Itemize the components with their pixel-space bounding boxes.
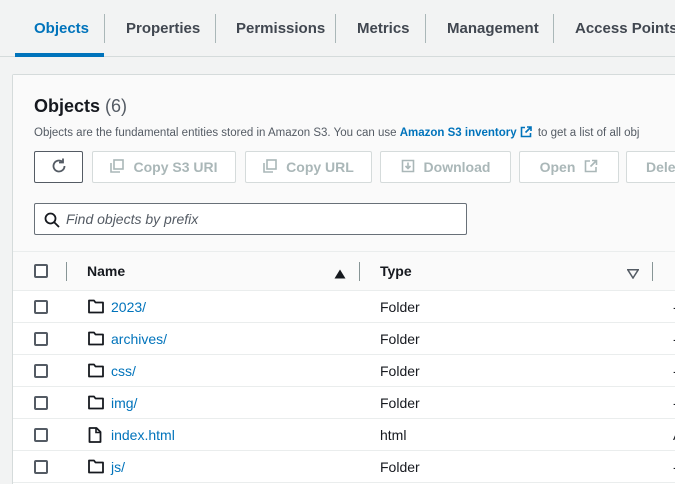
table-row[interactable]: js/ Folder - [13,451,675,483]
tab-divider [553,14,554,43]
copy-s3-uri-label: Copy S3 URI [133,159,218,175]
object-name-link[interactable]: index.html [111,427,175,443]
row-checkbox[interactable] [34,428,48,442]
tab-properties[interactable]: Properties [126,0,200,57]
object-type: Folder [380,299,420,315]
copy-url-label: Copy URL [286,159,354,175]
object-type: Folder [380,331,420,347]
object-name-link[interactable]: css/ [111,363,136,379]
object-name-link[interactable]: img/ [111,395,137,411]
table-row[interactable]: archives/ Folder - [13,323,675,355]
column-header-name[interactable]: Name [87,263,125,279]
copy-s3-uri-button[interactable]: Copy S3 URI [92,151,236,183]
copy-icon [110,158,125,176]
table-row[interactable]: index.html html A [13,419,675,451]
column-divider[interactable] [359,262,360,281]
tab-access-points[interactable]: Access Points [575,0,675,57]
sort-indicator-icon[interactable] [626,266,640,284]
row-checkbox[interactable] [34,364,48,378]
download-icon [401,159,415,176]
object-type: Folder [380,395,420,411]
description-text-end: to get a list of all obj [537,127,640,139]
delete-button[interactable]: Dele [626,151,675,183]
panel-title: Objects (6) [34,96,127,117]
column-header-type[interactable]: Type [380,263,412,279]
description-text: Objects are the fundamental entities sto… [34,127,397,139]
download-button[interactable]: Download [380,151,511,183]
tab-metrics[interactable]: Metrics [357,0,410,57]
row-checkbox[interactable] [34,460,48,474]
folder-icon [88,331,104,351]
folder-icon [88,395,104,415]
search-input[interactable] [66,204,461,234]
tab-divider [215,14,216,43]
column-divider [66,262,67,281]
copy-icon [263,158,277,176]
row-checkbox[interactable] [34,396,48,410]
active-tab-indicator [15,53,104,57]
open-label: Open [539,159,576,175]
external-link-icon [520,126,532,141]
tab-objects[interactable]: Objects [34,0,89,57]
panel-title-text: Objects [34,96,101,116]
refresh-icon [50,157,68,178]
search-field[interactable] [34,203,467,235]
object-type: Folder [380,459,420,475]
open-button[interactable]: Open [519,151,619,183]
refresh-button[interactable] [34,151,83,183]
table-header: Name Type [13,251,675,291]
folder-icon [88,363,104,383]
row-checkbox[interactable] [34,332,48,346]
objects-panel: Objects (6) Objects are the fundamental … [12,74,675,484]
delete-label: Dele [646,159,675,175]
object-name-link[interactable]: js/ [111,459,125,475]
s3-inventory-link[interactable]: Amazon S3 inventory [400,127,517,139]
object-name-link[interactable]: 2023/ [111,299,146,315]
sort-ascending-icon[interactable] [334,266,346,284]
tab-permissions[interactable]: Permissions [236,0,325,57]
tab-divider [335,14,336,43]
table-row[interactable]: 2023/ Folder - [13,291,675,323]
object-type: html [380,427,407,443]
object-name-link[interactable]: archives/ [111,331,167,347]
tab-divider [104,14,105,43]
folder-icon [88,459,104,479]
download-label: Download [423,159,491,175]
tab-bar: Objects Properties Permissions Metrics M… [0,0,675,57]
column-divider[interactable] [652,262,653,281]
folder-icon [88,299,104,319]
row-checkbox[interactable] [34,300,48,314]
tab-management[interactable]: Management [447,0,539,57]
panel-description: Objects are the fundamental entities sto… [34,126,640,141]
table-row[interactable]: css/ Folder - [13,355,675,387]
object-count: (6) [105,96,128,116]
external-link-icon [584,159,598,176]
select-all-checkbox[interactable] [34,264,48,278]
table-row[interactable]: img/ Folder - [13,387,675,419]
file-icon [88,427,102,448]
tab-divider [425,14,426,43]
copy-url-button[interactable]: Copy URL [245,151,372,183]
object-type: Folder [380,363,420,379]
